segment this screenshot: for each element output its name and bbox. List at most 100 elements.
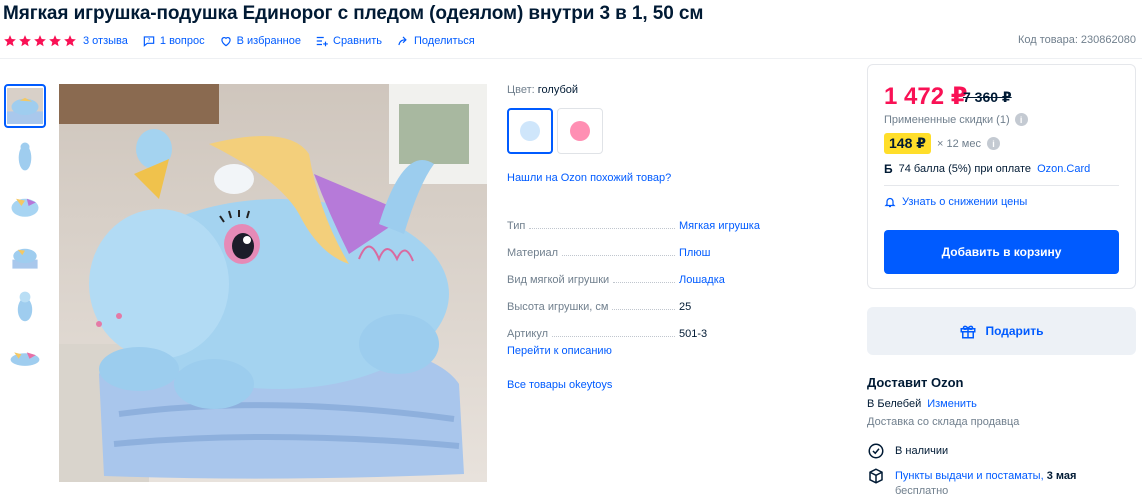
specs-list: Тип Мягкая игрушка Материал Плюш Вид мяг…: [507, 205, 767, 340]
unicorn-thumbnail-image: [7, 138, 43, 174]
spec-row: Высота игрушки, см 25: [507, 286, 767, 313]
similar-product-link[interactable]: Нашли на Ozon похожий товар?: [507, 172, 671, 184]
star-icon: [49, 35, 61, 47]
installment-term: × 12 мес: [937, 137, 981, 150]
delivery-city: В Белебей Изменить: [867, 398, 977, 410]
ozon-card-link[interactable]: Ozon.Card: [1037, 163, 1090, 175]
spec-dots: [562, 255, 675, 256]
thumbnail[interactable]: [4, 134, 46, 178]
spec-value-link[interactable]: Лошадка: [679, 274, 767, 286]
change-city-link[interactable]: Изменить: [927, 398, 977, 410]
spec-value: 501-3: [679, 328, 708, 340]
discounts-label: Примененные скидки (1): [884, 113, 1010, 126]
favorite-button[interactable]: В избранное: [219, 34, 301, 48]
points-row: Б 74 балла (5%) при оплате Ozon.Card: [884, 162, 1090, 176]
gift-label: Подарить: [985, 324, 1044, 338]
rating-stars[interactable]: [3, 34, 77, 48]
thumbnail[interactable]: [4, 284, 46, 328]
notify-label: Узнать о снижении цены: [902, 196, 1028, 208]
questions-label: 1 вопрос: [159, 35, 205, 47]
thumbnail-list: [4, 84, 48, 384]
info-icon[interactable]: i: [986, 137, 1000, 150]
pickup-price: бесплатно: [895, 485, 949, 497]
current-price: 1 472 ₽: [884, 83, 968, 110]
spec-key: Высота игрушки, см: [507, 301, 609, 313]
in-stock-label: В наличии: [895, 445, 949, 457]
svg-text:?: ?: [147, 38, 150, 44]
thumbnail[interactable]: [4, 234, 46, 278]
price-card: 1 472 ₽ 7 360 ₽ Примененные скидки (1) i…: [867, 64, 1136, 289]
star-icon: [34, 35, 46, 47]
spec-key: Артикул: [507, 328, 549, 340]
unicorn-pillow-image: [59, 84, 487, 482]
thumbnail[interactable]: [4, 84, 46, 128]
spec-row: Вид мягкой игрушки Лошадка: [507, 259, 767, 286]
spec-key: Вид мягкой игрушки: [507, 274, 610, 286]
color-swatch-blue[interactable]: [507, 108, 553, 154]
unicorn-thumbnail-image: [7, 188, 43, 224]
info-icon[interactable]: i: [1014, 113, 1028, 126]
spec-row: Артикул 501-3: [507, 313, 767, 340]
color-label: Цвет: голубой: [507, 84, 578, 96]
spec-dots: [529, 228, 675, 229]
compare-label: Сравнить: [333, 35, 383, 47]
delivery-heading: Доставит Ozon: [867, 375, 964, 390]
points-icon: Б: [884, 162, 893, 176]
unicorn-thumbnail-image: [7, 288, 43, 324]
gift-button[interactable]: Подарить: [867, 307, 1136, 355]
product-title: Мягкая игрушка-подушка Единорог с пледом…: [3, 3, 704, 24]
bell-icon: [884, 197, 896, 208]
spec-row: Тип Мягкая игрушка: [507, 205, 767, 232]
stock-status: В наличии: [867, 442, 948, 460]
spec-key: Тип: [507, 220, 526, 232]
delivery-source: Доставка со склада продавца: [867, 416, 1020, 428]
star-icon: [64, 35, 76, 47]
reviews-label: 3 отзыва: [83, 35, 128, 47]
price-drop-notify[interactable]: Узнать о снижении цены: [884, 196, 1027, 208]
color-dot: [520, 121, 540, 141]
pickup-points-link[interactable]: Пункты выдачи и постаматы,: [895, 470, 1044, 482]
color-swatch-pink[interactable]: [557, 108, 603, 154]
product-code: Код товара: 230862080: [1017, 34, 1136, 46]
favorite-label: В избранное: [236, 35, 301, 47]
unicorn-thumbnail-image: [7, 238, 43, 274]
applied-discounts[interactable]: Примененные скидки (1) i: [884, 113, 1028, 126]
old-price: 7 360 ₽: [963, 89, 1012, 105]
spec-dots: [612, 309, 675, 310]
share-label: Поделиться: [414, 35, 475, 47]
installment-row[interactable]: 148 ₽ × 12 мес i: [884, 133, 1000, 154]
star-icon: [19, 35, 31, 47]
heart-icon: [220, 37, 231, 47]
spec-dots: [613, 282, 675, 283]
main-product-image[interactable]: [59, 84, 487, 482]
header-divider: [0, 58, 1142, 59]
spec-value: 25: [679, 301, 692, 313]
points-text: 74 балла (5%) при оплате: [898, 163, 1032, 175]
goto-description-link[interactable]: Перейти к описанию: [507, 345, 612, 357]
box-icon: [869, 468, 883, 484]
share-button[interactable]: Поделиться: [396, 34, 475, 48]
spec-dots: [552, 336, 675, 337]
add-to-cart-button[interactable]: Добавить в корзину: [884, 230, 1119, 274]
pickup-date: 3 мая: [1046, 470, 1077, 482]
installment-badge: 148 ₽: [884, 133, 931, 154]
thumbnail[interactable]: [4, 184, 46, 228]
questions-link[interactable]: ? 1 вопрос: [142, 34, 205, 48]
gift-icon: [960, 325, 976, 339]
share-icon: [398, 36, 407, 46]
spec-key: Материал: [507, 247, 558, 259]
color-dot: [570, 121, 590, 141]
spec-row: Материал Плюш: [507, 232, 767, 259]
unicorn-thumbnail-image: [7, 88, 43, 124]
compare-button[interactable]: Сравнить: [315, 34, 382, 48]
chat-icon: ?: [143, 36, 155, 47]
spec-value-link[interactable]: Мягкая игрушка: [679, 220, 767, 232]
all-seller-goods-link[interactable]: Все товары okeytoys: [507, 379, 612, 391]
thumbnail[interactable]: [4, 334, 46, 378]
unicorn-thumbnail-image: [7, 338, 43, 374]
reviews-link[interactable]: 3 отзыва: [83, 35, 128, 47]
color-label-key: Цвет:: [507, 84, 535, 96]
compare-icon: [316, 36, 328, 47]
spec-value-link[interactable]: Плюш: [679, 247, 767, 259]
check-circle-icon: [868, 443, 884, 459]
